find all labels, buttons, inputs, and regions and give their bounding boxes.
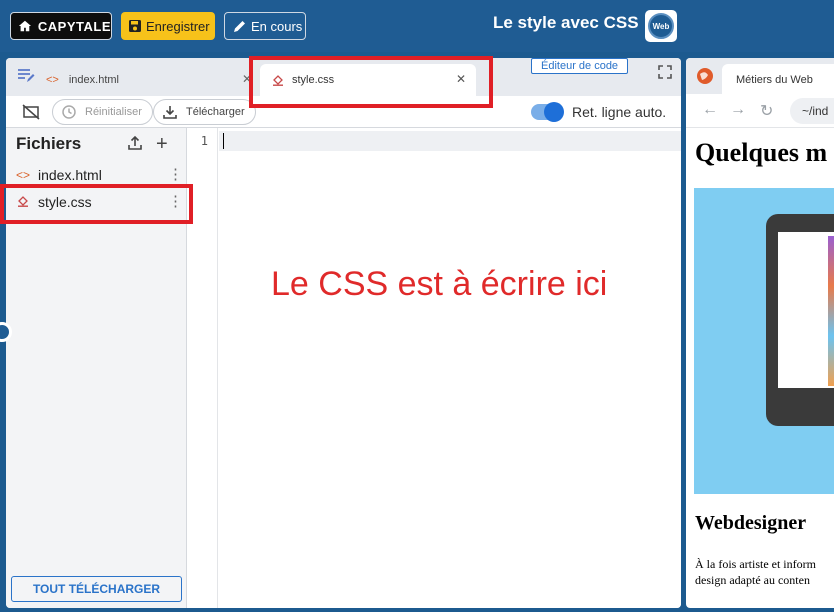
toggle-knob: [544, 102, 564, 122]
status-label: En cours: [251, 18, 303, 34]
home-icon: [18, 20, 32, 32]
tab-label: index.html: [68, 74, 119, 86]
forward-icon[interactable]: →: [730, 101, 746, 119]
top-bar: CAPYTALE Enregistrer En cours Le style a…: [0, 0, 834, 52]
code-icon: <>: [46, 74, 59, 86]
file-list-icon[interactable]: [17, 68, 35, 84]
text-cursor: [223, 133, 224, 149]
laptop-screen: [778, 232, 834, 388]
active-line-highlight: [219, 131, 681, 151]
line-number: 1: [200, 134, 208, 148]
save-button[interactable]: Enregistrer: [121, 12, 215, 40]
save-label: Enregistrer: [146, 18, 210, 34]
highlight-box-tab: [249, 56, 493, 108]
back-icon[interactable]: ←: [702, 101, 718, 119]
globe-icon: Web: [648, 13, 674, 39]
history-icon: [62, 105, 76, 119]
paragraph-line: À la fois artiste et inform: [695, 557, 816, 571]
hide-preview-icon[interactable]: [22, 104, 40, 120]
editor-mode-label: Éditeur de code: [531, 58, 629, 74]
add-file-icon[interactable]: +: [156, 133, 168, 156]
more-options-icon[interactable]: ⋮: [168, 165, 183, 183]
home-button[interactable]: CAPYTALE: [10, 12, 112, 40]
preview-nav-bar: ← → ↻ ~/ind: [686, 94, 834, 128]
status-button[interactable]: En cours: [224, 12, 306, 40]
capytale-logo: CAPYTALE: [37, 18, 111, 34]
reset-label: Réinitialiser: [85, 106, 142, 118]
upload-icon[interactable]: [127, 135, 143, 151]
url-field[interactable]: ~/ind: [790, 98, 834, 124]
file-name: index.html: [38, 167, 102, 183]
fullscreen-icon[interactable]: [658, 65, 672, 79]
reload-icon[interactable]: ↻: [760, 101, 773, 121]
browser-icon: [697, 68, 713, 84]
code-text-area[interactable]: 1 Le CSS est à écrire ici: [188, 128, 681, 608]
web-badge: Web: [645, 10, 677, 42]
section-paragraph: À la fois artiste et inform design adapt…: [695, 556, 834, 588]
instruction-annotation: Le CSS est à écrire ici: [271, 265, 608, 303]
code-icon: <>: [16, 168, 31, 182]
highlight-box-file: [0, 184, 193, 224]
reset-button[interactable]: Réinitialiser: [52, 99, 153, 125]
tab-index-html[interactable]: <> index.html: [46, 68, 119, 92]
preview-tab[interactable]: Métiers du Web: [722, 64, 834, 94]
download-all-button[interactable]: TOUT TÉLÉCHARGER: [11, 576, 182, 602]
wrap-label: Ret. ligne auto.: [572, 104, 667, 120]
preview-tab-strip: Métiers du Web: [686, 58, 834, 94]
hero-image: [694, 188, 834, 494]
floppy-disk-icon: [129, 20, 141, 32]
wrap-toggle[interactable]: [531, 102, 564, 122]
activity-title: Le style avec CSS: [493, 13, 639, 32]
section-heading: Webdesigner: [695, 512, 807, 534]
download-icon: [163, 106, 177, 119]
code-editor-panel: <> index.html ✕ style.css ✕ Éditeur de c…: [6, 58, 681, 608]
preview-content: Quelques m Webdesigner À la fois artiste…: [686, 128, 834, 608]
download-label: Télécharger: [186, 106, 245, 118]
files-title: Fichiers: [16, 134, 82, 153]
page-heading: Quelques m: [695, 138, 828, 167]
download-button[interactable]: Télécharger: [153, 99, 256, 125]
pencil-icon: [234, 20, 245, 32]
preview-panel: Métiers du Web ← → ↻ ~/ind Quelques m We…: [686, 58, 834, 608]
paragraph-line: design adapté au conten: [695, 573, 810, 587]
